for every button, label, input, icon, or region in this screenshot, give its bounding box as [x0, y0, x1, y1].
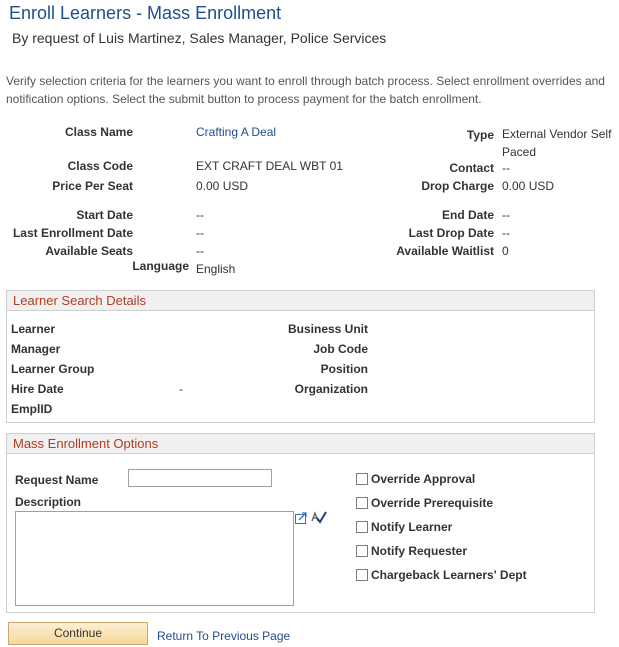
override-approval-label: Override Approval	[371, 472, 476, 486]
contact-value: --	[502, 161, 510, 175]
spell-check-icon[interactable]	[311, 510, 327, 524]
class-name-link[interactable]: Crafting A Deal	[196, 125, 276, 139]
type-value: External Vendor Self Paced	[502, 127, 612, 159]
contact-label: Contact	[449, 161, 494, 175]
learner-search-header: Learner Search Details	[7, 291, 594, 311]
instructions-text: Verify selection criteria for the learne…	[6, 74, 605, 106]
chargeback-learners-dept-label: Chargeback Learners' Dept	[371, 568, 527, 582]
page-subtitle: By request of Luis Martinez, Sales Manag…	[12, 30, 387, 46]
class-code-value: EXT CRAFT DEAL WBT 01	[196, 159, 343, 173]
override-prerequisite-label: Override Prerequisite	[371, 496, 494, 510]
type-label: Type	[466, 128, 494, 142]
organization-label: Organization	[294, 382, 368, 396]
job-code-label: Job Code	[313, 342, 368, 356]
last-drop-date-label: Last Drop Date	[408, 226, 494, 240]
class-name-label: Class Name	[64, 125, 133, 139]
page-title: Enroll Learners - Mass Enrollment	[9, 3, 282, 23]
position-label: Position	[320, 362, 368, 376]
price-per-seat-label: Price Per Seat	[52, 179, 133, 193]
notify-learner-checkbox[interactable]	[356, 521, 368, 533]
drop-charge-label: Drop Charge	[421, 179, 494, 193]
request-name-label: Request Name	[15, 473, 99, 487]
override-approval-checkbox[interactable]	[356, 473, 368, 485]
start-date-label: Start Date	[76, 208, 133, 222]
last-enrollment-date-value: --	[196, 226, 204, 240]
end-date-value: --	[502, 208, 510, 222]
notify-requester-label: Notify Requester	[371, 544, 468, 558]
class-code-label: Class Code	[67, 159, 133, 173]
language-label: Language	[132, 259, 189, 273]
expand-text-icon[interactable]	[295, 512, 308, 524]
return-to-previous-page-link[interactable]: Return To Previous Page	[157, 629, 290, 643]
override-prerequisite-checkbox[interactable]	[356, 497, 368, 509]
language-value: English	[196, 262, 236, 276]
description-textarea[interactable]	[15, 511, 294, 606]
chargeback-learners-dept-checkbox[interactable]	[356, 569, 368, 581]
available-waitlist-value: 0	[502, 244, 509, 258]
learner-group-label: Learner Group	[11, 362, 95, 376]
end-date-label: End Date	[441, 208, 494, 222]
price-per-seat-value: 0.00 USD	[196, 179, 249, 193]
notify-requester-checkbox[interactable]	[356, 545, 368, 557]
last-enrollment-date-label: Last Enrollment Date	[12, 226, 133, 240]
start-date-value: --	[196, 208, 204, 222]
drop-charge-value: 0.00 USD	[502, 179, 555, 193]
business-unit-label: Business Unit	[287, 322, 368, 336]
description-label: Description	[15, 495, 82, 509]
learner-label: Learner	[11, 322, 56, 336]
hire-date-value: -	[179, 382, 183, 396]
learner-search-section: Learner Search Details	[6, 290, 595, 423]
request-name-input[interactable]	[128, 469, 272, 487]
available-seats-value: --	[196, 244, 204, 258]
continue-button[interactable]: Continue	[8, 622, 148, 645]
available-seats-label: Available Seats	[45, 244, 133, 258]
emplid-label: EmplID	[11, 402, 53, 416]
manager-label: Manager	[11, 342, 61, 356]
hire-date-label: Hire Date	[11, 382, 64, 396]
last-drop-date-value: --	[502, 226, 510, 240]
notify-learner-label: Notify Learner	[371, 520, 453, 534]
mass-enrollment-options-header: Mass Enrollment Options	[7, 434, 594, 454]
available-waitlist-label: Available Waitlist	[396, 244, 494, 258]
